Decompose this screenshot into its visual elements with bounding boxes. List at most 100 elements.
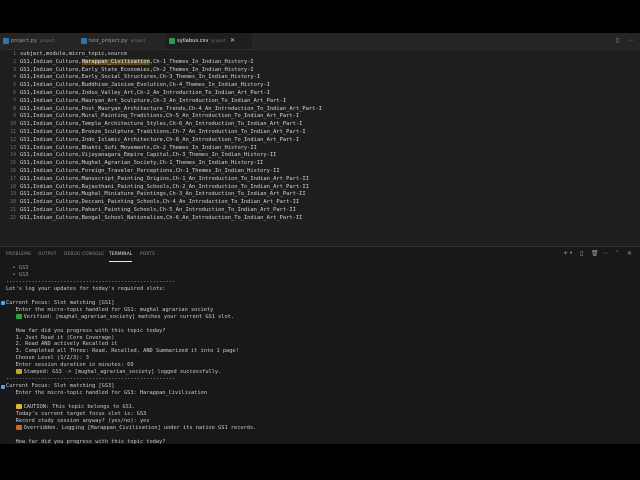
- code-line[interactable]: 18 GS1,Indian_Culture,Rajasthani_Painting…: [0, 184, 640, 192]
- tab-terminal[interactable]: TERMINAL: [109, 247, 133, 262]
- terminal-line: 2. Read AND actively Recalled it: [6, 341, 118, 348]
- line-number: 20: [10, 200, 16, 206]
- code-line[interactable]: 1 subject,module,micro_topic,source: [0, 51, 640, 59]
- terminal-line: CAUTION: This topic belongs to GS1.: [6, 404, 135, 411]
- more-actions-icon[interactable]: ⋯: [628, 37, 634, 44]
- tab-syllabus-csv[interactable]: syllabus.csv project ✕: [166, 33, 252, 49]
- line-number: 6: [13, 91, 16, 96]
- tab-debug-console[interactable]: DEBUG CONSOLE: [64, 247, 104, 262]
- terminal-line: 1. Just Read it (Core Coverage): [6, 334, 115, 341]
- bottom-panel: PROBLEMS OUTPUT DEBUG CONSOLE TERMINAL P…: [0, 246, 640, 444]
- code-text: GS1,Indian_Culture,Bhakti_Sufi_Movements…: [20, 144, 257, 151]
- line-number: 9: [13, 114, 16, 120]
- tab-ports[interactable]: PORTS: [140, 247, 155, 262]
- close-icon[interactable]: ✕: [230, 37, 235, 44]
- python-file-icon: [3, 38, 9, 44]
- code-text: GS1,Indian_Culture,Vijayanagara_Empire_C…: [20, 152, 277, 159]
- code-text: GS1,Indian_Culture,Mauryan_Art_Sculpture…: [20, 97, 287, 104]
- tab-project-py[interactable]: project.py project: [0, 33, 78, 49]
- status-emoji-icon: [15, 404, 22, 409]
- line-number: 3: [13, 67, 16, 73]
- plus-icon[interactable]: +: [563, 250, 568, 257]
- code-line[interactable]: 16 GS1,Indian_Culture,Foreign_Traveler_Pe…: [0, 168, 640, 176]
- code-text: GS1,Indian_Culture,Mural_Painting_Tradit…: [20, 113, 300, 120]
- code-text: GS1,Indian_Culture,Manuscript_Painting_O…: [20, 175, 309, 182]
- code-line[interactable]: 11 GS1,Indian_Culture,Bronze_Sculpture_Tr…: [0, 129, 640, 137]
- code-line[interactable]: 14 GS1,Indian_Culture,Vijayanagara_Empire…: [0, 152, 640, 160]
- terminal-line: Overridden. Logging [Harappan_Civilisati…: [6, 424, 256, 432]
- tab-label: test_project.py: [89, 38, 128, 44]
- line-number: 13: [10, 145, 16, 151]
- code-line[interactable]: 5 GS1,Indian_Culture,Buddhism_Jainism_Evo…: [0, 82, 640, 90]
- code-line[interactable]: 3 GS1,Indian_Culture,Early_State_Economie…: [0, 67, 640, 75]
- terminal-output[interactable]: • GS3 • GS3 -----------------------------…: [0, 265, 640, 444]
- line-number: 19: [10, 192, 16, 198]
- trash-icon[interactable]: 🗑: [591, 250, 599, 257]
- line-number: 8: [13, 106, 16, 112]
- code-text: GS1,Indian_Culture,Post_Mauryan_Architec…: [20, 105, 322, 112]
- code-text: GS1,Indian_Culture,Deccani_Painting_Scho…: [20, 199, 300, 206]
- code-line[interactable]: 20 GS1,Indian_Culture,Deccani_Painting_Sc…: [0, 199, 640, 207]
- info-icon: [1, 384, 5, 389]
- status-emoji-icon: [15, 369, 22, 375]
- code-line[interactable]: 13 GS1,Indian_Culture,Bhakti_Sufi_Movemen…: [0, 145, 640, 153]
- code-line[interactable]: 15 GS1,Indian_Culture,Mughal_Agrarian_Soc…: [0, 160, 640, 168]
- panel-tab-bar: PROBLEMS OUTPUT DEBUG CONSOLE TERMINAL P…: [0, 247, 640, 262]
- chevron-up-icon[interactable]: ⌃: [615, 250, 619, 256]
- code-line[interactable]: 6 GS1,Indian_Culture,Indus_Valley_Art,Ch-…: [0, 90, 640, 98]
- terminal-line: ----------------------------------------…: [6, 376, 176, 383]
- code-text: GS1,Indian_Culture,Buddhism_Jainism_Evol…: [20, 82, 270, 89]
- status-emoji-icon: [15, 313, 22, 319]
- line-number: 4: [13, 75, 16, 81]
- terminal-line: Let's log your updates for today's requi…: [6, 285, 166, 292]
- close-icon[interactable]: ✕: [627, 250, 632, 257]
- code-text: GS1,Indian_Culture,Early_State_Economies…: [20, 66, 254, 73]
- line-number: 14: [10, 153, 16, 159]
- code-line[interactable]: 7 GS1,Indian_Culture,Mauryan_Art_Sculptur…: [0, 98, 640, 106]
- code-line[interactable]: 22 GS1,Indian_Culture,Bengal_School_Natio…: [0, 215, 640, 223]
- terminal-line: Choose Level (1/2/3): 3: [6, 355, 89, 362]
- code-line[interactable]: 4 GS1,Indian_Culture,Early_Social_Structu…: [0, 74, 640, 82]
- status-emoji-icon: [15, 424, 22, 430]
- tab-test-project-py[interactable]: test_project.py project: [78, 33, 166, 49]
- code-line[interactable]: 21 GS1,Indian_Culture,Pahari_Painting_Sch…: [0, 207, 640, 215]
- code-text: GS1,Indian_Culture,Rajasthani_Painting_S…: [20, 183, 309, 190]
- csv-file-icon: [169, 38, 175, 44]
- code-line[interactable]: 9 GS1,Indian_Culture,Mural_Painting_Tradi…: [0, 113, 640, 121]
- search-highlight: Harappan_Civilisation: [81, 58, 150, 65]
- terminal-line: Current Focus: Slot matching [GS1]: [6, 299, 115, 306]
- code-line[interactable]: 17 GS1,Indian_Culture,Manuscript_Painting…: [0, 176, 640, 184]
- line-number: 17: [10, 176, 16, 182]
- tab-description: project: [211, 38, 226, 43]
- terminal-line: Stamped: GS3 -> [mughal_agrarian_society…: [6, 369, 221, 376]
- line-number: 1: [13, 52, 16, 57]
- terminal-line: Enter the micro-topic handled for GS1: m…: [6, 306, 214, 313]
- tab-description: project: [40, 38, 55, 43]
- chevron-down-icon[interactable]: ▾: [570, 251, 572, 256]
- code-line[interactable]: 19 GS1,Indian_Culture,Mughal_Miniature_Pa…: [0, 191, 640, 199]
- terminal-line: Today's current target focus slot is: GS…: [6, 410, 147, 417]
- terminal-line: • GS3: [6, 265, 29, 271]
- code-text: GS1,Indian_Culture,Bengal_School_Nationa…: [20, 214, 303, 221]
- terminal-line: How far did you progress with this topic…: [6, 327, 166, 334]
- split-terminal-icon[interactable]: ▯: [580, 250, 583, 257]
- terminal-line: Enter the micro-topic handled for GS3: H…: [6, 390, 207, 397]
- terminal-line: 3. Completed all Three: Read, Recalled, …: [6, 348, 239, 355]
- code-text: GS1,Indian_Culture,Pahari_Painting_Schoo…: [20, 207, 296, 213]
- code-line[interactable]: 10 GS1,Indian_Culture,Temple_Architecture…: [0, 121, 640, 129]
- tab-problems[interactable]: PROBLEMS: [6, 247, 31, 262]
- code-text: subject,module,micro_topic,source: [20, 51, 128, 57]
- code-text: GS1,Indian_Culture,Mughal_Agrarian_Socie…: [20, 160, 264, 167]
- tab-output[interactable]: OUTPUT: [38, 247, 57, 262]
- code-editor[interactable]: 1 subject,module,micro_topic,source 2 GS1,I…: [0, 50, 640, 246]
- code-text: GS1,Indian_Culture,Temple_Architecture_S…: [20, 121, 303, 128]
- line-number: 22: [10, 215, 16, 221]
- code-line[interactable]: 12 GS1,Indian_Culture,Indo_Islamic_Archit…: [0, 137, 640, 145]
- code-line[interactable]: 8 GS1,Indian_Culture,Post_Mauryan_Archite…: [0, 106, 640, 114]
- terminal-line: Verified: [mughal_agrarian_society] matc…: [6, 313, 234, 321]
- tab-description: project: [130, 38, 146, 43]
- code-line[interactable]: 2 GS1,Indian_Culture,Harappan_Civilisatio…: [0, 58, 640, 67]
- more-actions-icon[interactable]: ⋯: [602, 250, 608, 257]
- python-file-icon: [81, 38, 87, 44]
- split-editor-icon[interactable]: ▯: [616, 37, 619, 44]
